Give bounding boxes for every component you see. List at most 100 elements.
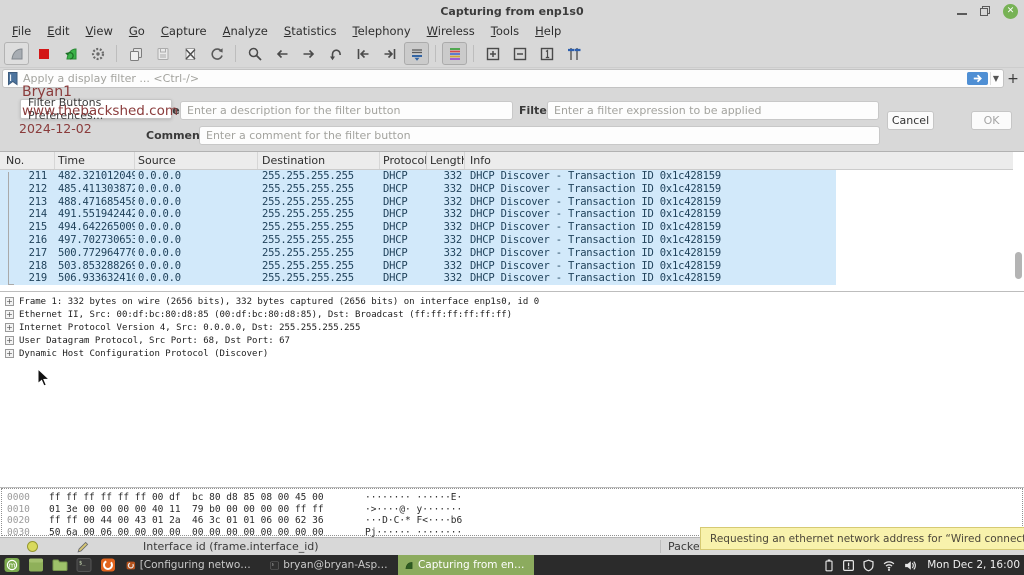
column-header-no[interactable]: No. — [0, 152, 55, 169]
restart-capture-button[interactable] — [58, 42, 83, 65]
comment-input[interactable] — [199, 126, 880, 145]
reload-button[interactable] — [204, 42, 229, 65]
zoom-one-icon — [539, 46, 555, 62]
software-manager-launcher[interactable] — [27, 557, 44, 573]
capture-options-button[interactable] — [85, 42, 110, 65]
zoom-in-button[interactable] — [480, 42, 505, 65]
find-packet-button[interactable] — [242, 42, 267, 65]
terminal-icon: $_ — [76, 557, 92, 573]
packet-detail-line[interactable]: Internet Protocol Version 4, Src: 0.0.0.… — [0, 321, 1024, 334]
cancel-button[interactable]: Cancel — [887, 111, 934, 130]
apply-arrow-icon — [971, 72, 984, 85]
menu-item[interactable]: Analyze — [215, 23, 276, 39]
zoom-original-button[interactable] — [534, 42, 559, 65]
apply-filter-button[interactable] — [967, 72, 988, 85]
close-button[interactable]: ✕ — [1003, 4, 1018, 19]
close-capture-button[interactable] — [177, 42, 202, 65]
packet-row[interactable]: 216 497.702730653 0.0.0.0 255.255.255.25… — [0, 234, 836, 247]
ok-button[interactable]: OK — [971, 111, 1012, 130]
go-last-packet-button[interactable] — [377, 42, 402, 65]
mint-menu-button[interactable]: m — [3, 557, 20, 573]
expand-plus-icon[interactable] — [5, 336, 14, 345]
packet-detail-line[interactable]: User Datagram Protocol, Src Port: 68, Ds… — [0, 334, 1024, 347]
main-toolbar — [0, 40, 1024, 68]
filter-input[interactable] — [547, 101, 879, 120]
expand-plus-icon[interactable] — [5, 349, 14, 358]
maximize-button[interactable] — [979, 5, 991, 17]
edit-comment-pencil-icon[interactable] — [76, 540, 90, 554]
battery-icon[interactable] — [823, 558, 835, 573]
packet-row[interactable]: 211 482.321012049 0.0.0.0 255.255.255.25… — [0, 170, 836, 183]
packet-row[interactable]: 214 491.551942442 0.0.0.0 255.255.255.25… — [0, 208, 836, 221]
packet-row[interactable]: 218 503.853288269 0.0.0.0 255.255.255.25… — [0, 260, 836, 273]
go-first-packet-button[interactable] — [350, 42, 375, 65]
expand-plus-icon[interactable] — [5, 310, 14, 319]
menu-item[interactable]: Edit — [39, 23, 77, 39]
auto-scroll-button[interactable] — [404, 42, 429, 65]
open-file-button[interactable] — [123, 42, 148, 65]
go-back-button[interactable] — [269, 42, 294, 65]
expand-plus-icon[interactable] — [5, 323, 14, 332]
packet-row[interactable]: 217 500.772964770 0.0.0.0 255.255.255.25… — [0, 247, 836, 260]
display-filter-field[interactable]: ▼ — [2, 69, 1004, 88]
taskbar-window-terminal[interactable]: $ bryan@bryan-Aspire-5... — [264, 555, 396, 575]
colorize-button[interactable] — [442, 42, 467, 65]
save-file-button[interactable] — [150, 42, 175, 65]
label-input[interactable] — [180, 101, 513, 120]
go-forward-button[interactable] — [296, 42, 321, 65]
wifi-icon[interactable] — [882, 559, 896, 572]
column-header-protocol[interactable]: Protocol — [380, 152, 427, 169]
expert-info-icon[interactable] — [27, 541, 38, 552]
update-warning-icon[interactable] — [842, 559, 855, 572]
volume-icon[interactable] — [903, 559, 917, 572]
terminal-launcher[interactable]: $_ — [75, 557, 92, 573]
menu-item[interactable]: Capture — [153, 23, 215, 39]
resize-columns-button[interactable] — [561, 42, 586, 65]
taskbar-window-configuring-networks[interactable]: [Configuring networks ... — [120, 555, 260, 575]
column-header-info[interactable]: Info — [465, 152, 1013, 169]
column-header-time[interactable]: Time — [55, 152, 135, 169]
packet-detail-line[interactable]: Frame 1: 332 bytes on wire (2656 bits), … — [0, 295, 1024, 308]
packet-list-scrollbar[interactable] — [1015, 252, 1022, 279]
packet-row[interactable]: 219 506.933632410 0.0.0.0 255.255.255.25… — [0, 272, 836, 285]
packet-row[interactable]: 213 488.471685458 0.0.0.0 255.255.255.25… — [0, 196, 836, 209]
menu-item[interactable]: Tools — [483, 23, 527, 39]
minimize-button[interactable] — [957, 13, 967, 15]
packet-row[interactable]: 215 494.642265009 0.0.0.0 255.255.255.25… — [0, 221, 836, 234]
menu-item[interactable]: View — [78, 23, 121, 39]
bookmark-icon[interactable] — [6, 71, 19, 86]
taskbar-clock[interactable]: Mon Dec 2, 16:00 — [927, 559, 1020, 571]
display-filter-input[interactable] — [19, 72, 967, 85]
browser-launcher[interactable] — [99, 557, 116, 573]
add-filter-button[interactable]: + — [1005, 69, 1021, 88]
column-header-length[interactable]: Length — [427, 152, 465, 169]
menu-item[interactable]: Telephony — [344, 23, 418, 39]
files-launcher[interactable] — [51, 557, 68, 573]
zoom-out-button[interactable] — [507, 42, 532, 65]
menu-item[interactable]: File — [4, 23, 39, 39]
title-bar[interactable]: Capturing from enp1s0 ✕ — [0, 0, 1024, 23]
menu-item[interactable]: Go — [121, 23, 153, 39]
start-capture-button[interactable] — [4, 42, 29, 65]
arrow-right-icon — [301, 46, 317, 62]
menu-item[interactable]: Statistics — [276, 23, 345, 39]
taskbar-window-wireshark[interactable]: Capturing from enp1s0 — [398, 555, 534, 575]
column-header-source[interactable]: Source — [135, 152, 258, 169]
expand-plus-icon[interactable] — [5, 297, 14, 306]
hex-row[interactable]: 0000 ff ff ff ff ff ff 00 df bc 80 d8 85… — [0, 492, 1024, 504]
stop-capture-button[interactable] — [31, 42, 56, 65]
menu-item[interactable]: Wireless — [419, 23, 483, 39]
column-header-destination[interactable]: Destination — [258, 152, 380, 169]
menu-item[interactable]: Help — [527, 23, 569, 39]
mint-logo-icon: m — [4, 557, 20, 573]
filter-buttons-preferences-menu-item[interactable]: Filter Buttons Preferences... — [20, 99, 172, 119]
packet-list-header[interactable]: No. Time Source Destination Protocol Len… — [0, 152, 1013, 170]
hex-row[interactable]: 0010 01 3e 00 00 00 00 40 11 79 b0 00 00… — [0, 504, 1024, 516]
filter-dropdown-caret[interactable]: ▼ — [990, 72, 1003, 85]
go-to-packet-button[interactable] — [323, 42, 348, 65]
packet-detail-line[interactable]: Ethernet II, Src: 00:df:bc:80:d8:85 (00:… — [0, 308, 1024, 321]
packet-detail-line[interactable]: Dynamic Host Configuration Protocol (Dis… — [0, 347, 1024, 360]
packet-row[interactable]: 212 485.411303872 0.0.0.0 255.255.255.25… — [0, 183, 836, 196]
shield-icon[interactable] — [862, 559, 875, 572]
hex-row[interactable]: 0020 ff ff 00 44 00 43 01 2a 46 3c 01 01… — [0, 515, 1024, 527]
